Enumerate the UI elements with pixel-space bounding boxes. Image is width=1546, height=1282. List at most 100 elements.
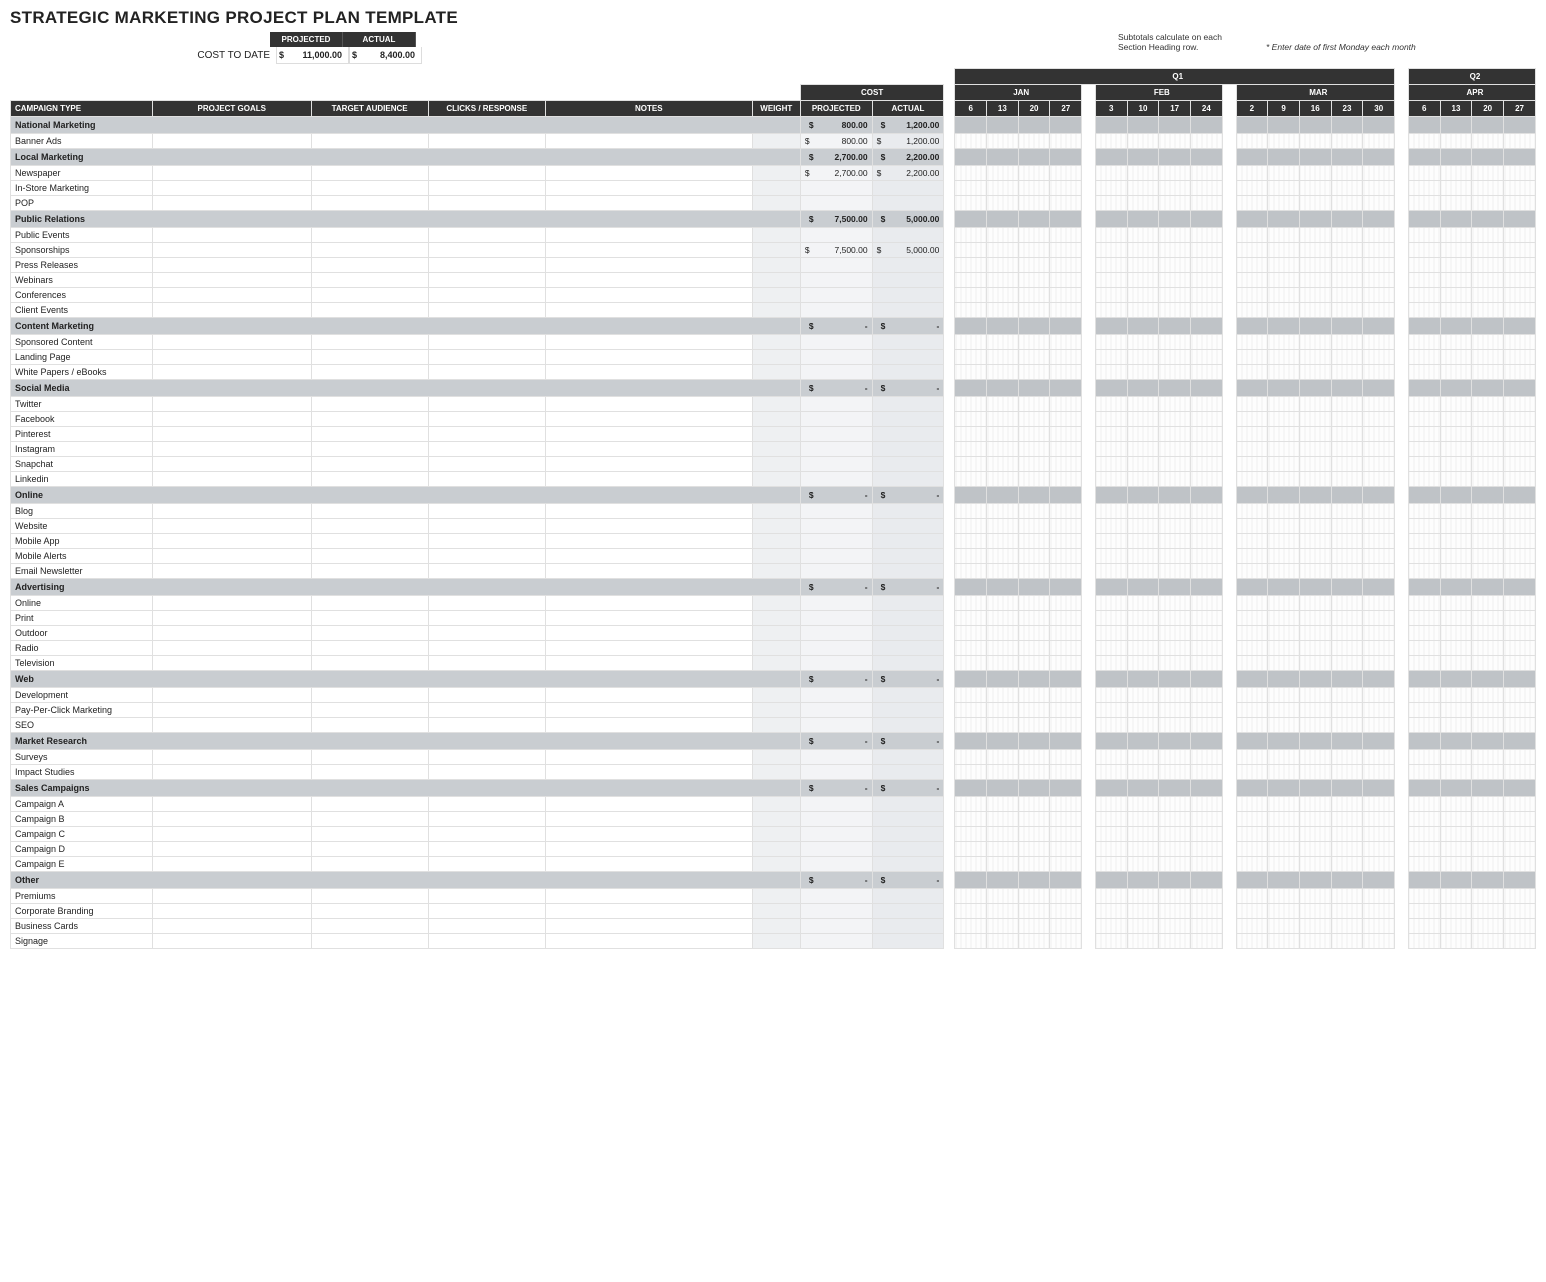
- gantt-cell[interactable]: [1331, 350, 1363, 365]
- gantt-cell[interactable]: [1095, 149, 1127, 166]
- gantt-cell[interactable]: [1191, 718, 1223, 733]
- gantt-cell[interactable]: [1363, 487, 1395, 504]
- gantt-cell[interactable]: [1472, 857, 1504, 872]
- cell[interactable]: [545, 656, 752, 671]
- gantt-cell[interactable]: [1268, 350, 1300, 365]
- gantt-cell[interactable]: [1159, 703, 1191, 718]
- gantt-cell[interactable]: [1440, 671, 1472, 688]
- cell[interactable]: [428, 472, 545, 487]
- row-actual[interactable]: [872, 718, 944, 733]
- gantt-cell[interactable]: [1472, 457, 1504, 472]
- gantt-cell[interactable]: [1191, 211, 1223, 228]
- gantt-cell[interactable]: [1127, 641, 1159, 656]
- gantt-cell[interactable]: [1095, 365, 1127, 380]
- gantt-cell[interactable]: [1191, 288, 1223, 303]
- gantt-cell[interactable]: [1050, 934, 1082, 949]
- gantt-cell[interactable]: [1268, 318, 1300, 335]
- gantt-cell[interactable]: [987, 827, 1019, 842]
- cell[interactable]: [311, 228, 428, 243]
- gantt-cell[interactable]: [955, 318, 987, 335]
- gantt-cell[interactable]: [1331, 765, 1363, 780]
- gantt-cell[interactable]: [955, 380, 987, 397]
- gantt-cell[interactable]: [1363, 626, 1395, 641]
- gantt-cell[interactable]: [1095, 780, 1127, 797]
- gantt-cell[interactable]: [1050, 703, 1082, 718]
- gantt-cell[interactable]: [1127, 765, 1159, 780]
- gantt-cell[interactable]: [1127, 842, 1159, 857]
- gantt-cell[interactable]: [1095, 827, 1127, 842]
- gantt-cell[interactable]: [1299, 243, 1331, 258]
- gantt-cell[interactable]: [1363, 611, 1395, 626]
- cell[interactable]: [311, 472, 428, 487]
- gantt-cell[interactable]: [1440, 365, 1472, 380]
- gantt-cell[interactable]: [1268, 904, 1300, 919]
- gantt-cell[interactable]: [1159, 671, 1191, 688]
- gantt-cell[interactable]: [1268, 579, 1300, 596]
- gantt-cell[interactable]: [1504, 258, 1536, 273]
- gantt-cell[interactable]: [1363, 797, 1395, 812]
- gantt-cell[interactable]: [1440, 812, 1472, 827]
- row-actual[interactable]: [872, 797, 944, 812]
- gantt-cell[interactable]: [1472, 504, 1504, 519]
- gantt-cell[interactable]: [1236, 641, 1268, 656]
- gantt-cell[interactable]: [1268, 919, 1300, 934]
- gantt-cell[interactable]: [987, 656, 1019, 671]
- gantt-cell[interactable]: [1095, 626, 1127, 641]
- gantt-cell[interactable]: [1050, 273, 1082, 288]
- row-actual[interactable]: [872, 365, 944, 380]
- gantt-cell[interactable]: [955, 350, 987, 365]
- gantt-cell[interactable]: [1127, 427, 1159, 442]
- gantt-cell[interactable]: [1268, 134, 1300, 149]
- gantt-cell[interactable]: [1191, 656, 1223, 671]
- gantt-cell[interactable]: [1472, 397, 1504, 412]
- gantt-cell[interactable]: [1159, 934, 1191, 949]
- gantt-cell[interactable]: [987, 442, 1019, 457]
- cell[interactable]: [428, 611, 545, 626]
- cell[interactable]: [545, 812, 752, 827]
- gantt-cell[interactable]: [1268, 228, 1300, 243]
- gantt-cell[interactable]: [1299, 380, 1331, 397]
- gantt-cell[interactable]: [1408, 166, 1440, 181]
- gantt-cell[interactable]: [1095, 534, 1127, 549]
- gantt-cell[interactable]: [1018, 335, 1050, 350]
- gantt-cell[interactable]: [1050, 442, 1082, 457]
- gantt-cell[interactable]: [1472, 671, 1504, 688]
- gantt-cell[interactable]: [1159, 181, 1191, 196]
- gantt-cell[interactable]: [987, 427, 1019, 442]
- gantt-cell[interactable]: [1472, 688, 1504, 703]
- gantt-cell[interactable]: [955, 641, 987, 656]
- gantt-cell[interactable]: [1440, 827, 1472, 842]
- gantt-cell[interactable]: [1472, 889, 1504, 904]
- cell[interactable]: [153, 519, 312, 534]
- gantt-cell[interactable]: [1159, 872, 1191, 889]
- gantt-cell[interactable]: [955, 797, 987, 812]
- gantt-cell[interactable]: [1159, 919, 1191, 934]
- gantt-cell[interactable]: [1408, 703, 1440, 718]
- gantt-cell[interactable]: [1472, 549, 1504, 564]
- gantt-cell[interactable]: [987, 134, 1019, 149]
- gantt-cell[interactable]: [1472, 703, 1504, 718]
- gantt-cell[interactable]: [1408, 487, 1440, 504]
- gantt-cell[interactable]: [1440, 549, 1472, 564]
- gantt-cell[interactable]: [1236, 780, 1268, 797]
- row-projected[interactable]: [800, 812, 872, 827]
- cell[interactable]: [752, 196, 800, 211]
- gantt-cell[interactable]: [1440, 412, 1472, 427]
- cell[interactable]: [311, 656, 428, 671]
- gantt-cell[interactable]: [1268, 733, 1300, 750]
- cell[interactable]: [752, 166, 800, 181]
- gantt-cell[interactable]: [1095, 380, 1127, 397]
- gantt-cell[interactable]: [1268, 380, 1300, 397]
- gantt-cell[interactable]: [987, 504, 1019, 519]
- cell[interactable]: [752, 350, 800, 365]
- gantt-cell[interactable]: [1191, 273, 1223, 288]
- gantt-cell[interactable]: [1472, 350, 1504, 365]
- cell[interactable]: [428, 889, 545, 904]
- gantt-cell[interactable]: [1331, 149, 1363, 166]
- cell[interactable]: [545, 335, 752, 350]
- gantt-cell[interactable]: [1440, 457, 1472, 472]
- gantt-cell[interactable]: [1191, 117, 1223, 134]
- gantt-cell[interactable]: [1408, 412, 1440, 427]
- gantt-cell[interactable]: [1018, 549, 1050, 564]
- gantt-cell[interactable]: [1236, 335, 1268, 350]
